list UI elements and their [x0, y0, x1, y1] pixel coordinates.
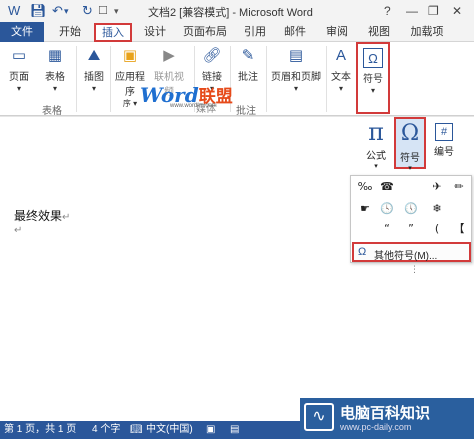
text-button[interactable]: A 文本 ▾ — [328, 46, 354, 94]
site-logo-name: 电脑百科知识 — [340, 405, 431, 422]
window-title: 文档2 [兼容模式] - Microsoft Word — [148, 7, 313, 19]
undo-dropdown-icon[interactable]: ▾ — [64, 3, 69, 19]
picture-icon: ⛰︎ — [87, 47, 101, 64]
symbol-cell[interactable] — [401, 178, 421, 196]
number-button[interactable]: # 编号 — [430, 119, 458, 169]
formula-label: 公式 — [366, 151, 386, 162]
resize-grip-icon[interactable]: ⋮ — [410, 264, 419, 275]
tab-design[interactable]: 设计 — [138, 24, 172, 42]
page-label: 页面 — [9, 72, 29, 83]
comment-button[interactable]: ✎ 批注 — [234, 46, 262, 83]
more-symbols-label: 其他符号(M)... — [374, 251, 438, 262]
symbol-cell[interactable]: 【 — [449, 220, 469, 238]
symbol-cell[interactable]: ✈ — [427, 178, 447, 196]
tab-references[interactable]: 引用 — [240, 24, 270, 42]
comment-label: 批注 — [238, 72, 258, 83]
video-icon: ▶ — [163, 47, 175, 64]
table-button[interactable]: ▦ 表格 ▾ — [40, 46, 70, 94]
symbol-cell[interactable]: ☎ — [377, 178, 397, 196]
tab-mailings[interactable]: 邮件 — [280, 24, 310, 42]
symbol-button[interactable]: Ω 符号 ▾ — [356, 42, 390, 114]
table-label: 表格 — [45, 72, 65, 83]
page-icon: ▭ — [11, 47, 27, 64]
document-paragraph: 最终效果 — [14, 209, 63, 223]
ribbon: ▭ 页面 ▾ ▦ 表格 ▾ ⛰︎ 插图 ▾ ▣ 应用程序序 ▾ ▶ 联机视频 🔗︎ 链… — [0, 42, 474, 117]
paragraph-mark: ↵ — [14, 225, 23, 236]
picture-button[interactable]: ⛰︎ 插图 ▾ — [80, 46, 108, 94]
word-logo-icon: W — [8, 3, 21, 18]
symbol-dropdown-button[interactable]: Ω 符号 ▾ — [394, 117, 426, 172]
omega-small-icon: Ω — [358, 246, 367, 258]
save-icon[interactable]: 💾︎ — [30, 3, 47, 19]
site-logo: ∿ 电脑百科知识 www.pc-daily.com — [300, 398, 474, 439]
tab-file[interactable]: 文件 — [0, 22, 44, 42]
apps-icon: ▣ — [122, 47, 138, 64]
symbol-cell[interactable]: ✏ — [449, 178, 469, 196]
undo-icon[interactable]: ↶ — [52, 3, 63, 19]
symbol-cell[interactable]: ❄ — [427, 200, 447, 218]
separator — [76, 46, 77, 112]
picture-label: 插图 — [84, 72, 104, 83]
header-footer-label: 页眉和页脚 — [271, 72, 321, 83]
document-canvas[interactable]: 最终效果↵ ↵ π 公式 ▾ Ω 符号 ▾ # 编号 — [0, 117, 474, 422]
omega-large-icon: Ω — [400, 121, 420, 146]
header-footer-icon: ▤ — [288, 47, 304, 64]
checkbox-icon[interactable]: ☐ — [98, 3, 108, 19]
symbol-cell[interactable]: ( — [427, 220, 447, 238]
tab-review[interactable]: 审阅 — [322, 24, 352, 42]
symbol-cell[interactable] — [449, 200, 469, 218]
comment-icon: ✎ — [241, 47, 255, 64]
symbol-cell[interactable]: 🕔 — [401, 200, 421, 218]
text-label: 文本 — [331, 72, 351, 83]
language-indicator[interactable]: 中文(中国) — [146, 424, 193, 436]
number-label: 编号 — [434, 147, 454, 158]
symbol-cell[interactable]: “ — [377, 220, 397, 238]
tab-page-layout[interactable]: 页面布局 — [180, 24, 230, 42]
separator — [110, 46, 111, 112]
tab-insert[interactable]: 插入 — [94, 23, 132, 42]
symbol-cell[interactable]: ” — [401, 220, 421, 238]
symbol-cell[interactable]: 🕓 — [377, 200, 397, 218]
page-button[interactable]: ▭ 页面 ▾ — [4, 46, 34, 94]
page-count[interactable]: 第 1 页，共 1 页 — [4, 424, 76, 436]
number-icon: # — [435, 123, 453, 141]
tab-home[interactable]: 开始 — [52, 24, 88, 42]
table-icon: ▦ — [47, 47, 63, 64]
title-bar: W 💾︎ ↶ ▾ ↻ ☐ ▾ 文档2 [兼容模式] - Microsoft Wo… — [0, 0, 474, 22]
proofing-icon[interactable]: 📖︎ — [130, 424, 143, 436]
help-button[interactable]: ? — [384, 3, 391, 19]
text-box-icon: A — [335, 47, 346, 64]
symbol-dropdown-label: 符号 — [400, 153, 420, 164]
pi-icon: π — [368, 118, 384, 146]
separator — [266, 46, 267, 112]
header-footer-button[interactable]: ▤ 页眉和页脚 ▾ — [270, 46, 322, 94]
document-text[interactable]: 最终效果↵ — [14, 207, 70, 224]
word-union-watermark: Word联盟 www.wordlm.com — [140, 82, 240, 112]
ribbon-tabs: 文件 开始 插入 设计 页面布局 引用 邮件 审阅 视图 加载项 — [0, 22, 474, 42]
customize-qa-icon[interactable]: ▾ — [114, 3, 119, 19]
link-icon: 🔗︎ — [202, 47, 222, 64]
tab-view[interactable]: 视图 — [364, 24, 394, 42]
monitor-icon: ∿ — [304, 403, 334, 431]
view-icon[interactable]: ▤ — [230, 424, 239, 436]
symbol-label: 符号 — [363, 74, 383, 85]
formula-button[interactable]: π 公式 ▾ — [362, 117, 390, 170]
symbol-cell[interactable] — [355, 220, 375, 238]
symbol-cell[interactable]: ☛ — [355, 200, 375, 218]
restore-button[interactable]: ❐ — [428, 3, 439, 19]
word-count[interactable]: 4 个字 — [92, 424, 120, 436]
redo-icon[interactable]: ↻ — [82, 3, 93, 19]
more-symbols-button[interactable]: Ω 其他符号(M)... — [352, 242, 471, 262]
minimize-button[interactable]: — — [406, 3, 418, 19]
symbol-cell[interactable]: ‰ — [355, 178, 375, 196]
macro-icon[interactable]: ▣ — [206, 424, 215, 436]
close-button[interactable]: ✕ — [452, 3, 462, 19]
tab-addins[interactable]: 加载项 — [406, 24, 448, 42]
site-logo-url: www.pc-daily.com — [340, 422, 412, 432]
separator — [326, 46, 327, 112]
omega-icon: Ω — [363, 48, 383, 68]
group-table-label: 表格 — [42, 106, 62, 117]
